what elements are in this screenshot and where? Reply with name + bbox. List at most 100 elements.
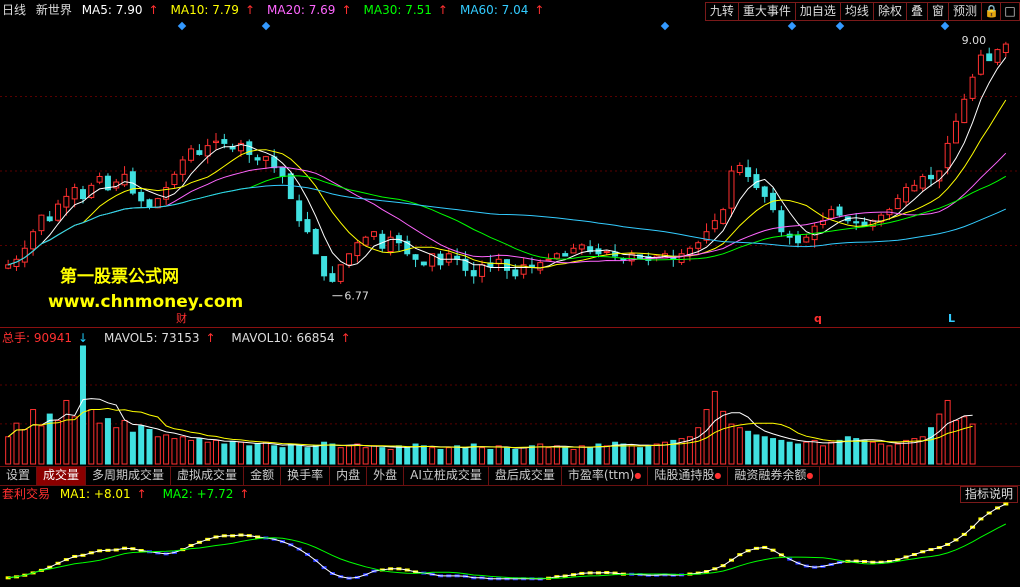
candle-body (96, 176, 103, 183)
volume-bar (88, 409, 95, 465)
candle-body (553, 253, 560, 259)
volume-bar (603, 445, 610, 465)
candle-body (379, 233, 386, 249)
tab-item[interactable]: 陆股通持股● (648, 467, 729, 485)
volume-bar (462, 447, 469, 465)
candle-body (919, 176, 926, 189)
tab-item[interactable]: 成交量 (37, 467, 87, 485)
indicator-chart[interactable] (0, 484, 1020, 584)
candle-body (271, 156, 278, 169)
volume-bar (429, 447, 436, 465)
volume-bar (720, 410, 727, 465)
volume-bar (961, 416, 968, 465)
ma-legend-item: MA5: 7.90 ↑ (81, 3, 159, 17)
toolbar: 九转 重大事件 加自选 均线 除权叠窗预测 🔒 □ (704, 2, 1020, 21)
volume-bar (271, 445, 278, 465)
volume-bar (420, 445, 427, 465)
volume-bar (254, 443, 261, 465)
candle-body (38, 214, 45, 232)
candle-body (46, 216, 53, 222)
tab-item[interactable]: 内盘 (330, 467, 368, 485)
toolbar-button[interactable]: 九转 (704, 2, 739, 21)
volume-bar (179, 436, 186, 465)
volume-bar (5, 436, 12, 465)
toolbar-button[interactable]: 加自选 (794, 2, 841, 21)
candle-body (337, 264, 344, 282)
volume-chart-panel[interactable] (0, 328, 1020, 466)
candle-body (420, 261, 427, 266)
toolbar-button[interactable]: 重大事件 (737, 2, 796, 21)
tab-item[interactable]: 换手率 (281, 467, 331, 485)
volume-bar (520, 447, 527, 465)
volume-bar (370, 445, 377, 465)
volume-bar (55, 419, 62, 465)
toolbar-button[interactable]: 除权 (872, 2, 907, 21)
candle-body (504, 259, 510, 271)
volume-bar (71, 416, 78, 465)
volume-bar (944, 399, 951, 465)
volume-bar (553, 445, 560, 465)
tab-item[interactable]: 市盈率(ttm)● (562, 467, 649, 485)
candle-body (620, 258, 627, 261)
tab-item[interactable]: AI立桩成交量 (404, 467, 489, 485)
volume-bar (645, 445, 652, 465)
volume-bar (778, 439, 785, 465)
volume-bar (96, 422, 103, 465)
tab-item[interactable]: 外盘 (367, 467, 405, 485)
volume-bar (637, 447, 644, 465)
volume-bar (886, 445, 893, 465)
toolbar-button[interactable]: 均线 (839, 2, 874, 21)
candle-body (894, 198, 901, 210)
volume-bar (504, 447, 510, 465)
event-marker: 财 (176, 311, 187, 325)
tab-item[interactable]: 融资融券余额● (728, 467, 821, 485)
volume-bar (204, 441, 211, 465)
indicator-line (8, 523, 1007, 579)
tab-item[interactable]: 金额 (244, 467, 282, 485)
volume-chart[interactable] (0, 328, 1020, 466)
volume-bar (736, 427, 743, 465)
volume-bar (445, 447, 452, 465)
candle-body (312, 229, 319, 255)
candle-body (188, 148, 195, 161)
candle-body (138, 191, 145, 202)
candle-body (121, 173, 128, 186)
watermark-url: www.chnmoney.com (48, 292, 244, 312)
tab-item[interactable]: 多周期成交量 (86, 467, 172, 485)
low-price-label: 6.77 (344, 290, 369, 303)
volume-bar (587, 447, 594, 465)
candle-body (21, 247, 28, 263)
tab-item[interactable]: 设置 (0, 467, 38, 485)
candle-body (329, 273, 336, 282)
volume-bar (794, 443, 801, 465)
volume-bar (30, 409, 37, 465)
high-price-label: 9.00 (962, 34, 987, 47)
fullscreen-icon[interactable]: □ (1000, 2, 1020, 21)
volume-bar (711, 390, 718, 465)
volume-bar (936, 413, 943, 465)
volume-bar (138, 425, 145, 465)
candle-body (279, 167, 286, 178)
volume-bar (229, 440, 236, 465)
candle-body (221, 139, 228, 144)
volume-bar (287, 443, 294, 465)
toolbar-button[interactable]: 预测 (947, 2, 982, 21)
toolbar-button[interactable]: 叠 (905, 2, 928, 21)
indicator-chart-panel[interactable] (0, 484, 1020, 584)
candle-body (354, 242, 361, 257)
volume-bar (803, 441, 810, 465)
ma-legend-item: MA60: 7.04 ↑ (459, 3, 545, 17)
diamond-marker (940, 21, 950, 31)
volume-bar (745, 430, 752, 465)
candle-body (828, 209, 835, 219)
volume-bar (13, 422, 20, 465)
volume-bar (262, 441, 269, 465)
tab-item[interactable]: 盘后成交量 (489, 467, 562, 485)
lock-icon[interactable]: 🔒 (981, 2, 1001, 21)
volume-bar (894, 443, 901, 465)
toolbar-button[interactable]: 窗 (926, 2, 949, 21)
ma-line (8, 152, 1007, 266)
watermark-title: 第一股票公式网 (60, 267, 179, 287)
volume-bar (221, 443, 228, 465)
tab-item[interactable]: 虚拟成交量 (171, 467, 245, 485)
